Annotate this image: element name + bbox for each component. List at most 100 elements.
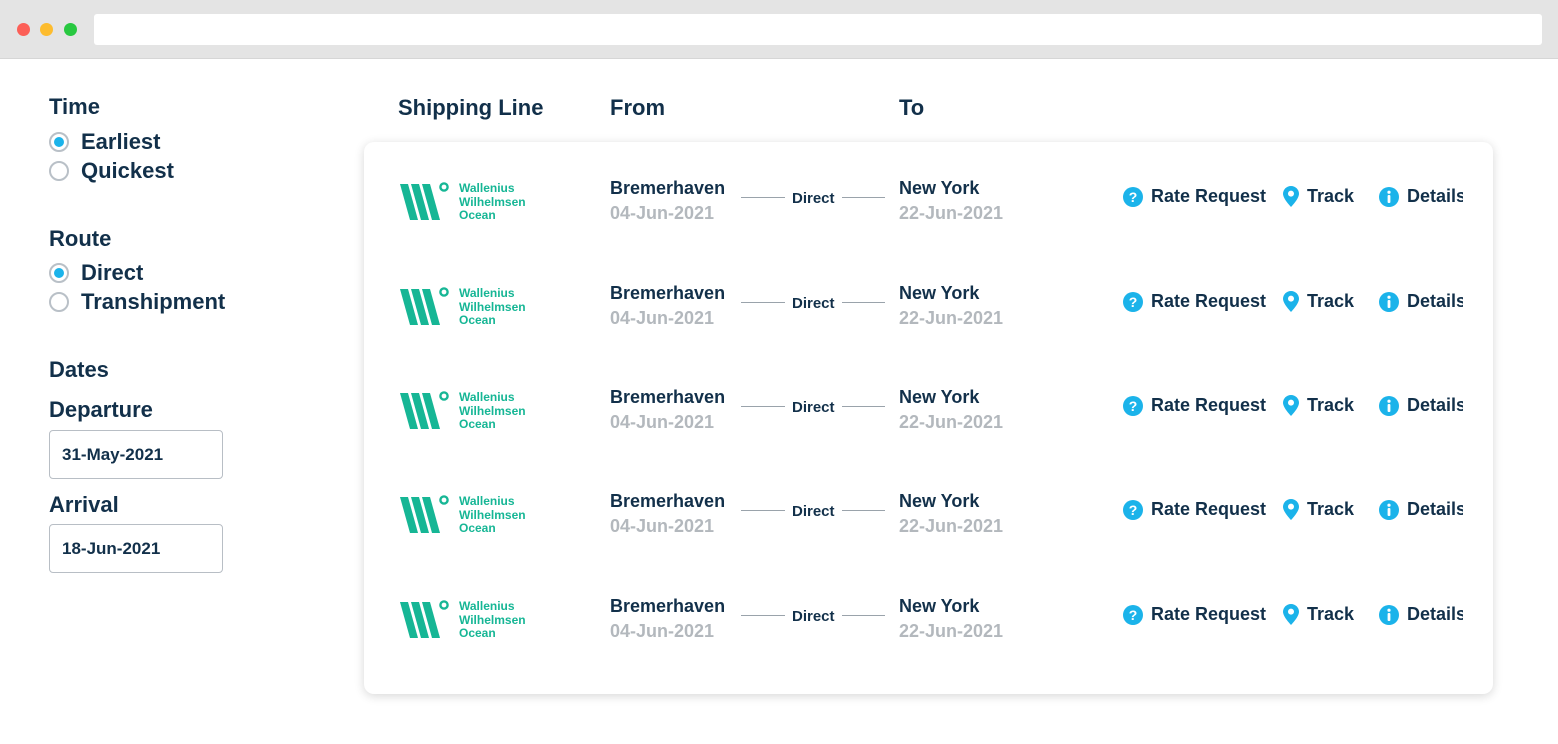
minimize-window-button[interactable] (40, 23, 53, 36)
details-button[interactable]: Details (1379, 186, 1463, 207)
result-row: Wallenius Wilhelmsen Ocean Bremerhaven 0… (364, 271, 1493, 351)
result-row: Wallenius Wilhelmsen Ocean Bremerhaven 0… (364, 584, 1493, 664)
origin-port: Bremerhaven (610, 283, 726, 303)
radio-label: Transhipment (81, 289, 226, 314)
carrier-name-line: Wilhelmsen (459, 299, 526, 314)
map-pin-icon (1283, 186, 1299, 207)
carrier-name-line: Wallenius (459, 181, 515, 195)
carrier-name-line: Wilhelmsen (459, 403, 526, 418)
wallenius-logo-icon (400, 287, 449, 325)
browser-titlebar (0, 0, 1558, 59)
route-line (741, 197, 785, 198)
departure-date: 04-Jun-2021 (610, 308, 715, 328)
rate-request-label: Rate Request (1151, 604, 1267, 624)
rate-request-label: Rate Request (1151, 186, 1267, 206)
departure-date: 04-Jun-2021 (610, 203, 715, 223)
route-option-transhipment[interactable]: Transhipment (49, 289, 225, 315)
origin-port: Bremerhaven (610, 178, 726, 198)
details-button[interactable]: Details (1379, 395, 1463, 416)
rate-request-button[interactable]: ? Rate Request (1123, 499, 1266, 520)
time-option-quickest[interactable]: Quickest (49, 158, 174, 184)
info-circle-icon (1379, 499, 1399, 520)
details-label: Details (1407, 291, 1463, 311)
arrival-date-field[interactable] (49, 524, 223, 573)
wallenius-logo-icon (400, 391, 449, 429)
departure-date: 04-Jun-2021 (610, 516, 715, 536)
track-label: Track (1307, 291, 1355, 311)
details-button[interactable]: Details (1379, 291, 1463, 312)
arrival-date: 22-Jun-2021 (899, 621, 1004, 641)
details-button[interactable]: Details (1379, 499, 1463, 520)
carrier-logo: Wallenius Wilhelmsen Ocean (400, 599, 540, 641)
carrier-name: Wallenius Wilhelmsen Ocean (459, 286, 526, 328)
track-label: Track (1307, 395, 1355, 415)
rate-request-label: Rate Request (1151, 395, 1267, 415)
carrier-logo: Wallenius Wilhelmsen Ocean (400, 181, 540, 223)
details-label: Details (1407, 604, 1463, 624)
details-label: Details (1407, 186, 1463, 206)
radio-selected[interactable] (49, 132, 69, 152)
rate-request-button[interactable]: ? Rate Request (1123, 291, 1266, 312)
rate-request-button[interactable]: ? Rate Request (1123, 395, 1266, 416)
destination-port: New York (899, 178, 980, 198)
carrier-logo: Wallenius Wilhelmsen Ocean (400, 494, 540, 536)
question-circle-icon: ? (1123, 291, 1143, 312)
result-row: Wallenius Wilhelmsen Ocean Bremerhaven 0… (364, 166, 1493, 246)
track-button[interactable]: Track (1283, 499, 1354, 520)
carrier-name: Wallenius Wilhelmsen Ocean (459, 599, 526, 641)
track-button[interactable]: Track (1283, 395, 1354, 416)
header-to: To (899, 95, 925, 120)
departure-date-field[interactable] (49, 430, 223, 479)
route-type: Direct (792, 399, 835, 416)
carrier-name-line: Ocean (459, 626, 496, 640)
map-pin-icon (1283, 499, 1299, 520)
radio-label: Direct (81, 260, 144, 285)
carrier-name-line: Wilhelmsen (459, 194, 526, 209)
result-row: Wallenius Wilhelmsen Ocean Bremerhaven 0… (364, 479, 1493, 559)
rate-request-button[interactable]: ? Rate Request (1123, 186, 1266, 207)
address-bar[interactable] (94, 14, 1542, 45)
arrival-date: 22-Jun-2021 (899, 516, 1004, 536)
track-button[interactable]: Track (1283, 186, 1354, 207)
map-pin-icon (1283, 395, 1299, 416)
time-filter-title: Time (49, 94, 100, 119)
arrival-date: 22-Jun-2021 (899, 308, 1004, 328)
route-line (741, 302, 785, 303)
details-button[interactable]: Details (1379, 604, 1463, 625)
result-row: Wallenius Wilhelmsen Ocean Bremerhaven 0… (364, 375, 1493, 455)
carrier-name-line: Wallenius (459, 286, 515, 300)
rate-request-button[interactable]: ? Rate Request (1123, 604, 1266, 625)
svg-text:?: ? (1129, 294, 1138, 310)
destination-port: New York (899, 596, 980, 616)
time-option-earliest[interactable]: Earliest (49, 129, 161, 155)
carrier-name: Wallenius Wilhelmsen Ocean (459, 494, 526, 536)
carrier-name: Wallenius Wilhelmsen Ocean (459, 181, 526, 223)
destination-port: New York (899, 283, 980, 303)
radio-unselected[interactable] (49, 161, 69, 181)
track-button[interactable]: Track (1283, 604, 1354, 625)
route-option-direct[interactable]: Direct (49, 260, 143, 286)
dates-filter-title: Dates (49, 357, 109, 382)
track-label: Track (1307, 604, 1355, 624)
departure-date: 04-Jun-2021 (610, 621, 715, 641)
destination-port: New York (899, 491, 980, 511)
svg-text:?: ? (1129, 502, 1138, 518)
origin-port: Bremerhaven (610, 491, 726, 511)
track-button[interactable]: Track (1283, 291, 1354, 312)
carrier-name-line: Wallenius (459, 390, 515, 404)
route-line (842, 406, 885, 407)
origin-port: Bremerhaven (610, 596, 726, 616)
info-circle-icon (1379, 395, 1399, 416)
close-window-button[interactable] (17, 23, 30, 36)
route-line (842, 302, 885, 303)
maximize-window-button[interactable] (64, 23, 77, 36)
radio-label: Quickest (81, 158, 174, 183)
route-type: Direct (792, 608, 835, 625)
question-circle-icon: ? (1123, 395, 1143, 416)
carrier-name-line: Ocean (459, 208, 496, 222)
question-circle-icon: ? (1123, 604, 1143, 625)
wallenius-logo-icon (400, 600, 449, 638)
radio-selected[interactable] (49, 263, 69, 283)
radio-unselected[interactable] (49, 292, 69, 312)
arrival-label: Arrival (49, 492, 119, 517)
